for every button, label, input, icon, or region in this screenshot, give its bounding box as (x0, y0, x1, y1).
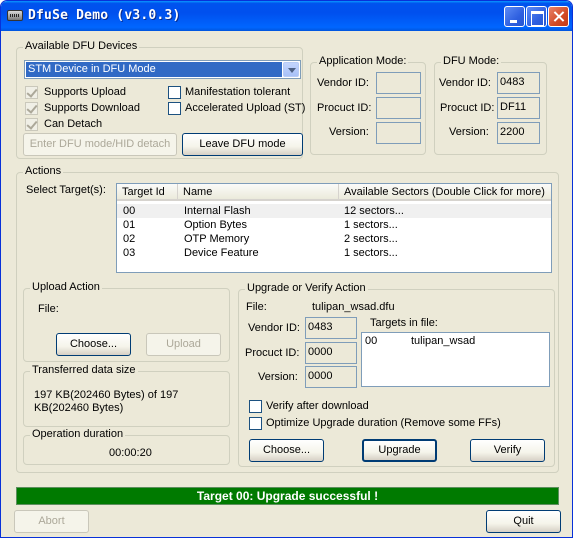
target-id: 03 (123, 247, 136, 259)
targets-list-header: Target Id Name Available Sectors (Double… (117, 184, 551, 201)
actions-legend: Actions (23, 165, 64, 177)
optimize-upgrade-label: Optimize Upgrade duration (Remove some F… (266, 417, 501, 429)
leave-dfu-button[interactable]: Leave DFU mode (182, 133, 303, 156)
duration-legend: Operation duration (30, 428, 126, 440)
application-mode-legend: Application Mode: (317, 55, 409, 67)
upload-action-legend: Upload Action (30, 281, 102, 293)
verify-after-download-checkbox[interactable] (249, 400, 262, 413)
accelerated-upload-label: Accelerated Upload (ST) (185, 102, 306, 114)
dfu-product-field: DF11 (497, 97, 540, 119)
window-title: DfuSe Demo (v3.0.3) (28, 8, 181, 23)
transferred-value: 197 KB(202460 Bytes) of 197 KB(202460 By… (34, 389, 179, 414)
app-version-field (376, 122, 421, 144)
verify-button[interactable]: Verify (470, 439, 545, 462)
targets-list[interactable]: Target Id Name Available Sectors (Double… (116, 183, 552, 273)
target-name: Option Bytes (184, 219, 247, 231)
target-sectors: 1 sectors... (344, 219, 398, 231)
target-name: OTP Memory (184, 233, 250, 245)
available-devices-legend: Available DFU Devices (23, 40, 140, 52)
dfu-vendor-label: Vendor ID: (439, 77, 491, 89)
abort-button[interactable]: Abort (14, 510, 89, 533)
chevron-down-icon[interactable] (283, 62, 299, 77)
app-vendor-label: Vendor ID: (317, 77, 369, 89)
upgrade-vendor-field: 0483 (305, 317, 357, 339)
upgrade-version-label: Version: (258, 371, 298, 383)
file-target-name: tulipan_wsad (411, 335, 476, 347)
target-sectors: 12 sectors... (344, 205, 404, 217)
can-detach-label: Can Detach (44, 118, 103, 130)
upgrade-file-value: tulipan_wsad.dfu (312, 301, 395, 313)
quit-button[interactable]: Quit (486, 510, 561, 533)
targets-in-file-list[interactable]: 00 tulipan_wsad (361, 332, 550, 387)
target-row[interactable]: 02 OTP Memory 2 sectors... (117, 232, 551, 246)
column-name[interactable]: Name (178, 184, 339, 201)
supports-upload-checkbox (25, 86, 38, 99)
verify-after-download-label: Verify after download (266, 400, 369, 412)
upload-button[interactable]: Upload (146, 333, 221, 356)
target-row[interactable]: 01 Option Bytes 1 sectors... (117, 218, 551, 232)
select-targets-label: Select Target(s): (26, 184, 106, 196)
title-bar[interactable]: DfuSe Demo (v3.0.3) (1, 1, 572, 31)
supports-download-label: Supports Download (44, 102, 141, 114)
upgrade-version-field: 0000 (305, 366, 357, 388)
dfu-product-label: Procuct ID: (440, 102, 495, 114)
transferred-legend: Transferred data size (30, 364, 138, 376)
dfu-version-field: 2200 (497, 122, 540, 144)
targets-in-file-label: Targets in file: (370, 317, 438, 329)
target-id: 02 (123, 233, 136, 245)
dfu-version-label: Version: (449, 126, 489, 138)
dfu-vendor-field: 0483 (497, 72, 540, 94)
optimize-upgrade-checkbox[interactable] (249, 417, 262, 430)
accelerated-upload-checkbox (168, 102, 181, 115)
can-detach-checkbox (25, 118, 38, 131)
device-select[interactable]: STM Device in DFU Mode (24, 60, 301, 79)
maximize-icon[interactable] (526, 6, 547, 27)
upgrade-file-label: File: (246, 301, 267, 313)
target-name: Device Feature (184, 247, 259, 259)
column-target-id[interactable]: Target Id (117, 184, 178, 201)
enter-dfu-button[interactable]: Enter DFU mode/HID detach (23, 133, 177, 156)
target-name: Internal Flash (184, 205, 251, 217)
target-sectors: 2 sectors... (344, 233, 398, 245)
column-sectors[interactable]: Available Sectors (Double Click for more… (339, 184, 551, 201)
duration-value: 00:00:20 (109, 447, 152, 459)
supports-download-checkbox (25, 102, 38, 115)
device-select-value: STM Device in DFU Mode (26, 62, 282, 77)
target-sectors: 1 sectors... (344, 247, 398, 259)
manifestation-tolerant-label: Manifestation tolerant (185, 86, 291, 98)
upgrade-choose-button[interactable]: Choose... (249, 439, 324, 462)
dfu-mode-legend: DFU Mode: (441, 55, 502, 67)
close-icon[interactable] (548, 6, 569, 27)
upgrade-vendor-label: Vendor ID: (248, 322, 300, 334)
dfuse-window: DfuSe Demo (v3.0.3) Available DFU Device… (0, 0, 573, 538)
app-product-label: Procuct ID: (317, 102, 372, 114)
manifestation-tolerant-checkbox (168, 86, 181, 99)
upgrade-product-field: 0000 (305, 342, 357, 364)
upload-file-label: File: (38, 303, 59, 315)
supports-upload-label: Supports Upload (44, 86, 126, 98)
app-product-field (376, 97, 421, 119)
minimize-icon[interactable] (504, 6, 525, 27)
upgrade-product-label: Procuct ID: (245, 347, 300, 359)
target-row[interactable]: 00 Internal Flash 12 sectors... (117, 204, 551, 218)
usb-device-icon (7, 10, 23, 21)
file-target-row[interactable]: 00 tulipan_wsad (362, 334, 549, 348)
app-version-label: Version: (329, 126, 369, 138)
target-id: 01 (123, 219, 136, 231)
upgrade-button[interactable]: Upgrade (362, 439, 437, 462)
app-vendor-field (376, 72, 421, 94)
file-target-id: 00 (365, 335, 378, 347)
target-id: 00 (123, 205, 136, 217)
upload-choose-button[interactable]: Choose... (56, 333, 131, 356)
target-row[interactable]: 03 Device Feature 1 sectors... (117, 246, 551, 260)
upgrade-legend: Upgrade or Verify Action (245, 282, 368, 294)
status-progress-bar: Target 00: Upgrade successful ! (16, 487, 559, 505)
